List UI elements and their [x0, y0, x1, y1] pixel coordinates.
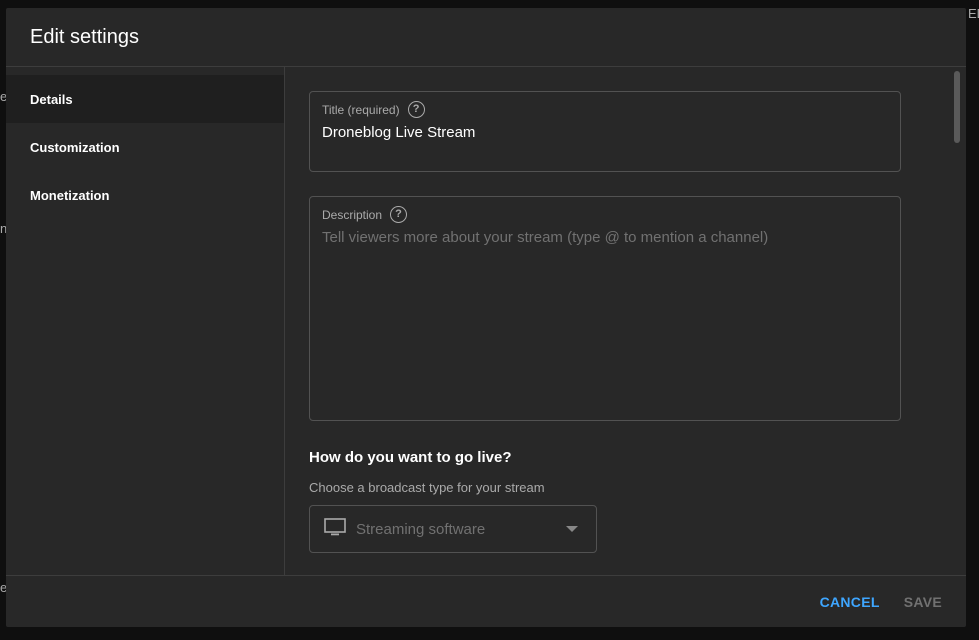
broadcast-type-value: Streaming software: [356, 520, 486, 538]
background-text-fragment: ED: [968, 6, 979, 21]
title-input[interactable]: Droneblog Live Stream: [322, 124, 888, 141]
description-field-label: Description: [322, 207, 383, 222]
description-field-label-row: Description ?: [322, 206, 888, 223]
nav-item-monetization[interactable]: Monetization: [6, 171, 284, 219]
dialog-body: Details Customization Monetization Title…: [6, 67, 966, 575]
title-field-label-row: Title (required) ?: [322, 101, 888, 118]
scrollbar[interactable]: [954, 71, 960, 143]
description-input[interactable]: Tell viewers more about your stream (typ…: [322, 229, 888, 246]
help-icon[interactable]: ?: [407, 101, 425, 118]
dialog-title: Edit settings: [30, 25, 139, 48]
dialog-footer: CANCEL SAVE: [6, 575, 966, 627]
side-nav: Details Customization Monetization: [6, 67, 285, 575]
title-field[interactable]: Title (required) ? Droneblog Live Stream: [309, 91, 901, 172]
go-live-subheading: Choose a broadcast type for your stream: [309, 480, 545, 495]
edit-settings-dialog: Edit settings Details Customization Mone…: [6, 8, 966, 627]
broadcast-type-select[interactable]: Streaming software: [309, 505, 597, 553]
nav-item-details[interactable]: Details: [6, 75, 284, 123]
dropdown-caret-icon: [566, 526, 578, 532]
help-icon[interactable]: ?: [390, 206, 408, 223]
details-content: Title (required) ? Droneblog Live Stream…: [285, 67, 966, 575]
title-field-label: Title (required): [322, 102, 400, 117]
description-field[interactable]: Description ? Tell viewers more about yo…: [309, 196, 901, 421]
monitor-icon: [324, 517, 346, 541]
cancel-button[interactable]: CANCEL: [820, 594, 880, 610]
save-button[interactable]: SAVE: [904, 594, 942, 610]
dialog-header: Edit settings: [6, 8, 966, 67]
nav-item-customization[interactable]: Customization: [6, 123, 284, 171]
go-live-heading: How do you want to go live?: [309, 449, 512, 466]
